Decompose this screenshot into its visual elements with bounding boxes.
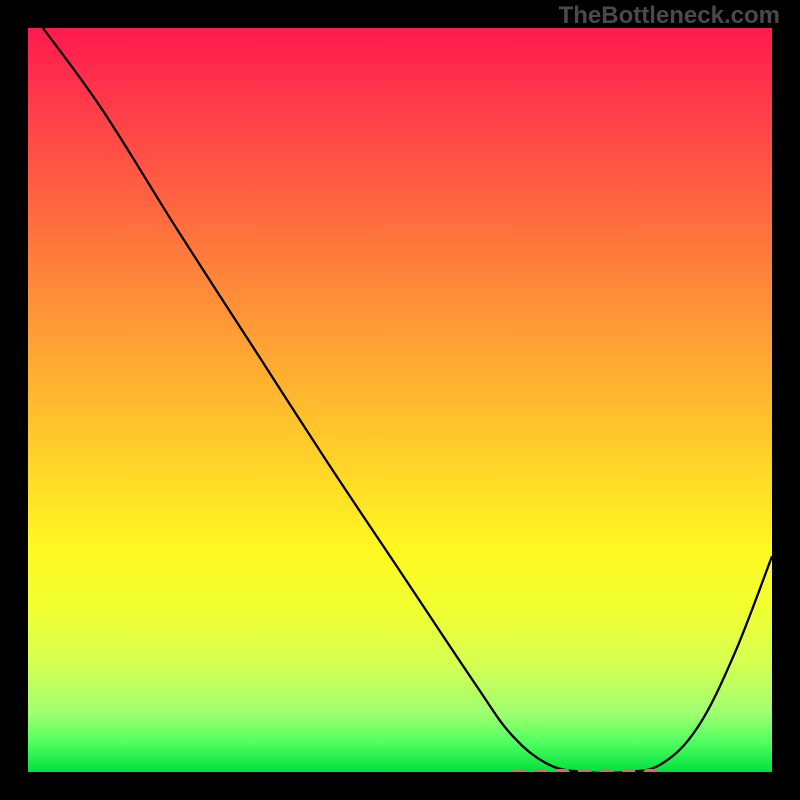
curve-line xyxy=(43,28,772,772)
watermark-text: TheBottleneck.com xyxy=(559,2,780,30)
chart-svg xyxy=(28,28,772,772)
plot-area xyxy=(28,28,772,772)
chart-frame: TheBottleneck.com xyxy=(0,0,800,800)
